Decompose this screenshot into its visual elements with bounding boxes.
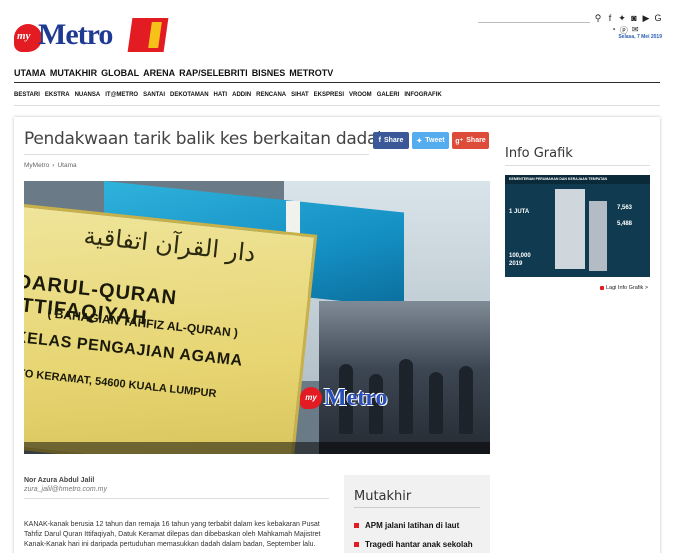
share-label: Share xyxy=(466,137,486,144)
watermark-my: my xyxy=(300,387,322,409)
metro-logo[interactable]: my Metro xyxy=(14,16,169,56)
subnav-item[interactable]: NUANSA xyxy=(75,92,101,98)
facebook-icon[interactable]: f xyxy=(606,14,614,23)
bullet-icon xyxy=(600,286,604,290)
hero-person xyxy=(429,372,443,434)
chevron-right-icon: › xyxy=(52,162,55,169)
tweet-label: Tweet xyxy=(425,137,445,144)
subnav-item[interactable]: EKSTRA xyxy=(45,92,70,98)
article-hero-image: دار القرآن اتفاقية DARUL-QURAN ITTIFAQIY… xyxy=(24,181,490,454)
nav-divider xyxy=(14,82,660,83)
nav-item-global[interactable]: GLOBAL xyxy=(101,68,139,78)
logo-text: Metro xyxy=(38,18,113,51)
subnav-item[interactable]: DEKOTAMAN xyxy=(170,92,209,98)
nav-item-rap-selebriti[interactable]: RAP/SELEBRITI xyxy=(179,68,248,78)
facebook-share-button[interactable]: f Share xyxy=(373,132,409,149)
subnav-item[interactable]: SIHAT xyxy=(291,92,309,98)
main-nav: UTAMA MUTAKHIR GLOBAL ARENA RAP/SELEBRIT… xyxy=(14,68,333,78)
more-link-label: Lagi Info Grafik > xyxy=(606,285,649,291)
hero-person xyxy=(459,366,473,434)
author-email[interactable]: zura_jalil@hmetro.com.my xyxy=(24,486,107,493)
infografik-divider xyxy=(505,165,650,166)
mutakhir-divider xyxy=(354,507,480,508)
infographic-thumbnail[interactable]: KEMENTERIAN PERUMAHAN DAN KERAJAAN TEMPA… xyxy=(505,175,650,277)
mutakhir-item-label: APM jalani latihan di laut xyxy=(365,521,460,530)
article-title: Pendakwaan tarik balik kes berkaitan dad… xyxy=(24,129,388,149)
mutakhir-item-label: Tragedi hantar anak sekolah xyxy=(365,540,473,549)
subnav-item[interactable]: BESTARI xyxy=(14,92,40,98)
breadcrumb-mymetro[interactable]: MyMetro xyxy=(24,162,49,169)
subnav-item[interactable]: VROOM xyxy=(349,92,372,98)
infographic-stat: 7,563 xyxy=(617,205,633,211)
twitter-share-button[interactable]: ✦ Tweet xyxy=(412,132,449,149)
sub-nav: BESTARI EKSTRA NUANSA IT@METRO SANTAI DE… xyxy=(14,92,442,98)
social-links: ⚲ f ✦ ◙ ▶ G xyxy=(594,14,662,23)
sign-arabic-text: دار القرآن اتفاقية xyxy=(82,221,257,268)
subnav-item[interactable]: SANTAI xyxy=(143,92,165,98)
googleplus-share-button[interactable]: g⁺ Share xyxy=(452,132,489,149)
infographic-building xyxy=(555,189,607,271)
facebook-icon: f xyxy=(378,137,381,144)
watermark-metro: Metro xyxy=(324,385,388,411)
subnav-item[interactable]: RENCANA xyxy=(256,92,286,98)
bullet-icon xyxy=(354,542,359,547)
breadcrumb-utama[interactable]: Utama xyxy=(57,162,76,169)
infographic-stat: 100,000 xyxy=(509,253,531,259)
bullet-icon xyxy=(354,523,359,528)
subnav-item[interactable]: IT@METRO xyxy=(105,92,138,98)
hero-crowd xyxy=(319,301,490,454)
instagram-icon[interactable]: ◙ xyxy=(630,14,638,23)
author-name[interactable]: Nor Azura Abdul Jalil xyxy=(24,477,94,484)
infographic-title: KEMENTERIAN PERUMAHAN DAN KERAJAAN TEMPA… xyxy=(505,175,650,184)
mutakhir-heading: Mutakhir xyxy=(354,489,412,504)
googleplus-icon[interactable]: G xyxy=(654,14,662,23)
nav-item-mutakhir[interactable]: MUTAKHIR xyxy=(50,68,97,78)
mutakhir-item[interactable]: Tragedi hantar anak sekolah xyxy=(354,540,473,549)
nav-item-metrotv[interactable]: METROTV xyxy=(289,68,333,78)
subnav-item[interactable]: EKSPRESI xyxy=(314,92,344,98)
subnav-item[interactable]: INFOGRAFIK xyxy=(404,92,441,98)
hero-bottom-shade xyxy=(24,442,490,454)
sign-line-4: ATO KERAMAT, 54600 KUALA LUMPUR xyxy=(24,366,217,401)
subnav-item[interactable]: GALERI xyxy=(377,92,400,98)
youtube-icon[interactable]: ▶ xyxy=(642,14,650,23)
search-input[interactable] xyxy=(478,22,590,23)
byline-divider xyxy=(24,498,329,499)
infographic-year: 2019 xyxy=(509,261,523,267)
rss-icon[interactable]: ◔ xyxy=(611,25,616,36)
hero-sign: دار القرآن اتفاقية DARUL-QURAN ITTIFAQIY… xyxy=(24,203,318,454)
search-icon[interactable]: ⚲ xyxy=(594,14,602,23)
share-label: Share xyxy=(383,137,404,144)
logo-flag xyxy=(127,18,169,52)
googleplus-icon: g⁺ xyxy=(455,137,464,145)
infographic-stat: 1 JUTA xyxy=(509,209,530,215)
twitter-icon[interactable]: ✦ xyxy=(618,14,626,23)
mutakhir-item[interactable]: APM jalani latihan di laut xyxy=(354,521,459,530)
infographic-stat: 5,488 xyxy=(617,221,633,227)
nav-item-bisnes[interactable]: BISNES xyxy=(252,68,286,78)
hero-person xyxy=(399,359,413,434)
twitter-icon: ✦ xyxy=(416,137,423,145)
subnav-divider xyxy=(14,105,660,106)
title-divider xyxy=(24,154,369,155)
current-date: Selasa, 7 Mei 2019 xyxy=(618,34,662,40)
infografik-heading: Info Grafik xyxy=(505,146,573,161)
subnav-item[interactable]: ADDIN xyxy=(232,92,251,98)
subnav-item[interactable]: HATI xyxy=(214,92,228,98)
article-paragraph: KANAK-kanak berusia 12 tahun dan remaja … xyxy=(24,521,321,548)
more-infografik-link[interactable]: Lagi Info Grafik > xyxy=(600,285,648,291)
nav-item-utama[interactable]: UTAMA xyxy=(14,68,46,78)
nav-item-arena[interactable]: ARENA xyxy=(143,68,175,78)
breadcrumb: MyMetro › Utama xyxy=(24,162,77,169)
